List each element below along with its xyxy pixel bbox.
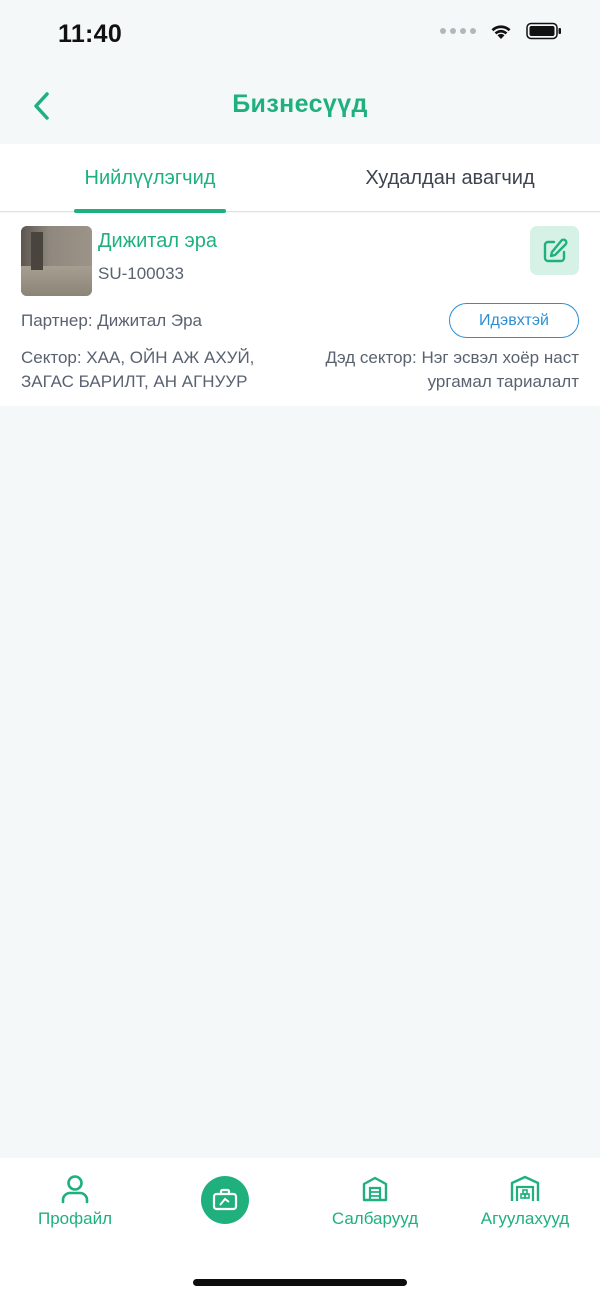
status-bar: 11:40 bbox=[0, 0, 600, 68]
nav-profile[interactable]: Профайл bbox=[0, 1158, 150, 1248]
business-name: Дижитал эра bbox=[98, 230, 218, 252]
nav-warehouses[interactable]: Агуулахууд bbox=[450, 1158, 600, 1248]
tab-bar: Нийлүүлэгчид Худалдан авагчид bbox=[0, 144, 600, 213]
header: Бизнесүүд bbox=[0, 68, 600, 144]
business-card[interactable]: Дижитал эра SU-100033 Партнер: Дижитал Э… bbox=[0, 213, 600, 406]
nav-branches-label: Салбарууд bbox=[331, 1209, 419, 1228]
user-icon bbox=[61, 1175, 89, 1204]
nav-businesses[interactable] bbox=[201, 1176, 249, 1224]
nav-branches[interactable]: Салбарууд bbox=[300, 1158, 450, 1248]
bottom-nav: Профайл Салбарууд Агуулахууд bbox=[0, 1158, 600, 1298]
nav-warehouses-label: Агуулахууд bbox=[480, 1209, 570, 1228]
tab-buyers[interactable]: Худалдан авагчид bbox=[350, 144, 550, 212]
briefcase-icon bbox=[212, 1188, 238, 1211]
subsector-text: Дэд сектор: Нэг эсвэл хоёр наст ургамал … bbox=[325, 348, 579, 391]
partner-text: Партнер: Дижитал Эра bbox=[21, 311, 202, 330]
status-badge: Идэвхтэй bbox=[449, 303, 579, 338]
warehouse-icon bbox=[510, 1175, 540, 1201]
home-indicator bbox=[193, 1279, 407, 1286]
status-icons bbox=[440, 22, 562, 40]
status-time: 11:40 bbox=[58, 20, 123, 48]
business-code: SU-100033 bbox=[98, 264, 185, 283]
page-title: Бизнесүүд bbox=[232, 90, 368, 118]
sector-text: Сектор: ХАА, ОЙН АЖ АХУЙ, ЗАГАС БАРИЛТ, … bbox=[21, 348, 255, 391]
nav-profile-label: Профайл bbox=[38, 1209, 112, 1228]
edit-icon bbox=[543, 237, 568, 262]
edit-button[interactable] bbox=[530, 226, 579, 275]
branch-icon bbox=[362, 1176, 388, 1202]
battery-icon bbox=[526, 22, 561, 40]
tab-suppliers[interactable]: Нийлүүлэгчид bbox=[72, 144, 228, 213]
business-thumbnail bbox=[21, 226, 92, 296]
signal-dots-icon bbox=[440, 28, 476, 34]
wifi-icon bbox=[491, 24, 511, 39]
